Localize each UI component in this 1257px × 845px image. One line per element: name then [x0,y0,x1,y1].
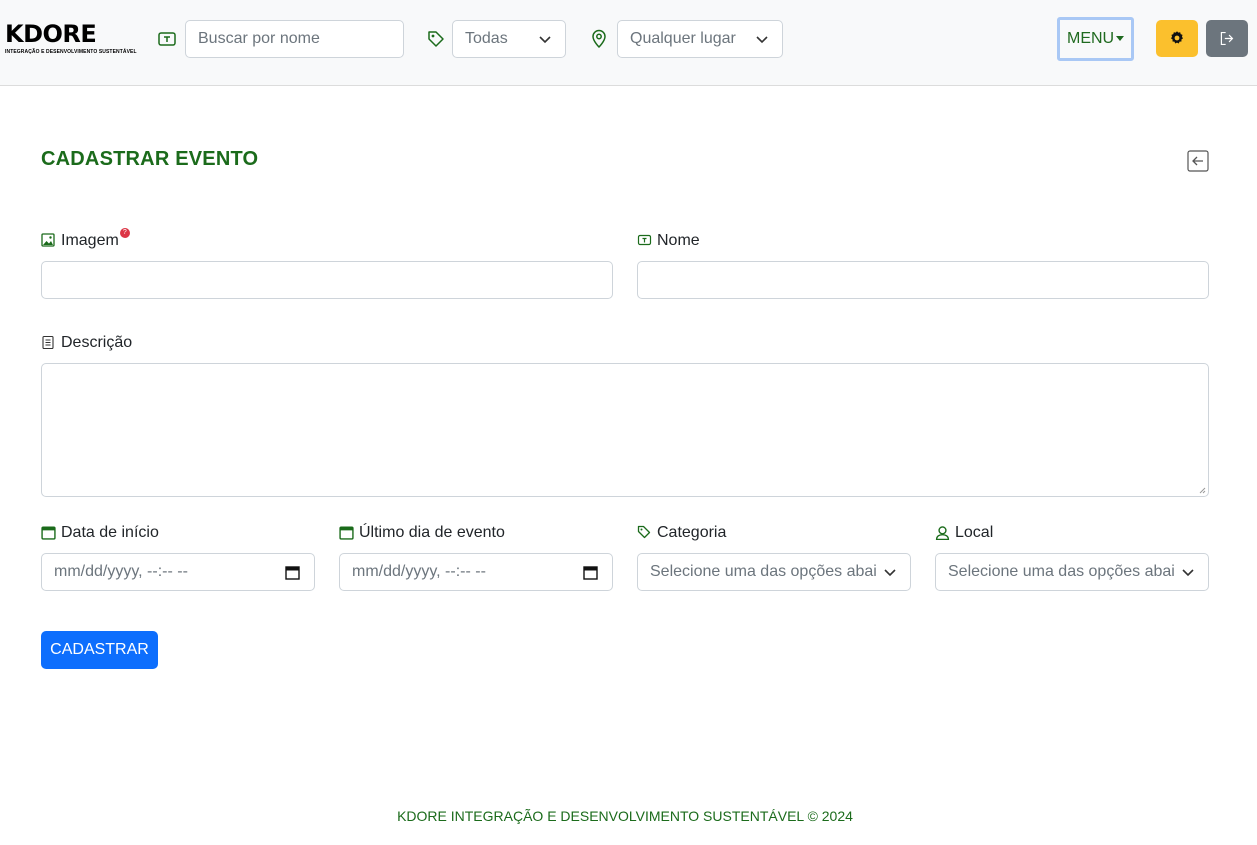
search-input[interactable]: Buscar por nome [185,20,404,58]
user-pin-icon [935,526,950,540]
local-select[interactable]: Selecione uma das opções abai [935,553,1209,591]
local-label-text: Local [955,524,994,541]
submit-button[interactable]: CADASTRAR [41,631,158,669]
category-placeholder: Selecione uma das opções abai [650,563,877,580]
map-pin-icon [592,29,606,49]
category-filter-select[interactable]: Todas [452,20,566,58]
location-filter-select[interactable]: Qualquer lugar [617,20,783,58]
menu-dropdown-button[interactable]: MENU [1057,17,1134,61]
footer-text: KDORE INTEGRAÇÃO E DESENVOLVIMENTO SUSTE… [397,808,853,824]
local-placeholder: Selecione uma das opções abai [948,563,1175,580]
start-date-placeholder: mm/dd/yyyy, --:-- -- [54,563,188,580]
help-icon[interactable]: ? [119,228,130,238]
page-title: CADASTRAR EVENTO [41,148,259,170]
logout-icon [1220,31,1234,46]
tag-icon [428,31,444,47]
menu-label: MENU [1067,30,1115,47]
image-icon [41,233,55,247]
calendar-icon [41,526,56,540]
category-filter-value: Todas [465,30,508,47]
calendar-icon [339,526,354,540]
chevron-down-icon [756,36,768,44]
file-text-icon [42,335,54,350]
location-filter-value: Qualquer lugar [630,30,736,47]
ticket-icon [158,32,176,46]
name-label: Nome [637,232,700,250]
brand-logo[interactable]: KDORE INTEGRAÇÃO E DESENVOLVIMENTO SUSTE… [5,20,137,62]
category-label: Categoria [637,524,727,542]
tag-icon [637,525,651,539]
end-date-label-text: Último dia de evento [359,524,505,541]
category-label-text: Categoria [657,524,727,541]
end-date-input[interactable]: mm/dd/yyyy, --:-- -- [339,553,613,591]
top-navbar: KDORE INTEGRAÇÃO E DESENVOLVIMENTO SUSTE… [0,0,1257,86]
name-label-text: Nome [657,232,700,249]
settings-button[interactable] [1156,20,1198,57]
end-date-placeholder: mm/dd/yyyy, --:-- -- [352,563,486,580]
ticket-icon [637,234,652,246]
image-label: Imagem? [41,228,130,250]
start-date-label-text: Data de início [61,524,159,541]
end-date-label: Último dia de evento [339,524,505,542]
chevron-down-icon [539,36,551,44]
description-textarea[interactable] [41,363,1209,497]
resize-handle-icon[interactable] [1198,486,1206,494]
start-date-label: Data de início [41,524,159,542]
caret-down-icon [1116,36,1125,42]
chevron-down-icon [884,569,896,577]
calendar-picker-icon[interactable] [285,565,300,580]
image-label-text: Imagem [61,232,119,249]
category-select[interactable]: Selecione uma das opções abai [637,553,911,591]
gear-icon [1171,31,1183,44]
start-date-input[interactable]: mm/dd/yyyy, --:-- -- [41,553,315,591]
calendar-picker-icon[interactable] [583,565,598,580]
chevron-down-icon [1182,569,1194,577]
image-file-input[interactable] [41,261,613,299]
brand-name: KDORE [5,20,97,48]
logout-button[interactable] [1206,20,1248,57]
local-label: Local [935,524,994,542]
name-input[interactable] [637,261,1209,299]
description-label: Descrição [42,334,133,352]
brand-tagline: INTEGRAÇÃO E DESENVOLVIMENTO SUSTENTÁVEL [5,49,137,55]
description-label-text: Descrição [61,334,133,351]
back-arrow-icon[interactable] [1187,150,1209,172]
